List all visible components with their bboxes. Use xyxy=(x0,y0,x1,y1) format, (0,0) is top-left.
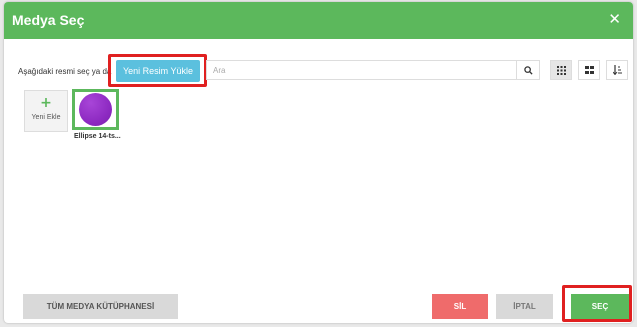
search-icon xyxy=(523,65,533,75)
search-input[interactable] xyxy=(213,64,513,76)
media-select-modal: Medya Seç ✕ Aşağıdaki resmi seç ya da Ye… xyxy=(4,2,633,323)
modal-title: Medya Seç xyxy=(12,12,85,28)
toolbar-instruction: Aşağıdaki resmi seç ya da xyxy=(18,67,112,76)
add-new-label: Yeni Ekle xyxy=(31,114,61,121)
media-item[interactable] xyxy=(72,89,119,130)
view-small-grid-button[interactable] xyxy=(550,60,572,80)
view-large-grid-button[interactable] xyxy=(578,60,600,80)
delete-button[interactable]: SİL xyxy=(432,294,488,319)
sort-icon xyxy=(612,65,622,75)
media-thumbnail xyxy=(79,93,112,126)
modal-header: Medya Seç ✕ xyxy=(4,2,633,39)
grid-small-icon xyxy=(556,65,566,75)
close-icon[interactable]: ✕ xyxy=(608,12,621,27)
cancel-button[interactable]: İPTAL xyxy=(496,294,553,319)
all-media-library-button[interactable]: TÜM MEDYA KÜTÜPHANESİ xyxy=(23,294,178,319)
upload-new-image-button[interactable]: Yeni Resim Yükle xyxy=(116,60,200,82)
add-new-media-tile[interactable]: + Yeni Ekle xyxy=(24,90,68,132)
grid-large-icon xyxy=(584,66,594,74)
select-button[interactable]: SEÇ xyxy=(571,294,629,319)
media-item-caption: Ellipse 14-ts... xyxy=(74,133,121,140)
search-box xyxy=(206,60,540,80)
plus-icon: + xyxy=(40,95,52,111)
sort-button[interactable] xyxy=(606,60,628,80)
search-button[interactable] xyxy=(516,61,539,79)
